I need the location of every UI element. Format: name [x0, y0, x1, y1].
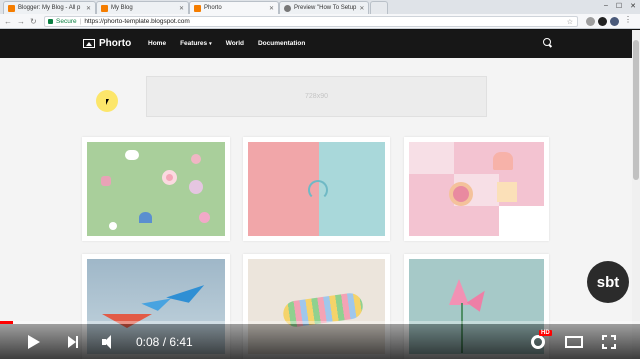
window-controls: – ☐ ✕ — [604, 2, 636, 10]
web-page: Phorto Home Features ▾ World Documentatio… — [0, 30, 632, 359]
post-thumbnail — [87, 142, 225, 236]
menu-icon[interactable]: ⋮ — [624, 15, 633, 24]
tab-my-blog[interactable]: My Blog ✕ — [96, 1, 189, 14]
settings-gear-icon[interactable] — [531, 335, 545, 349]
new-tab-button[interactable] — [370, 1, 388, 14]
post-card[interactable] — [404, 137, 549, 241]
image-icon — [83, 39, 95, 48]
browser-toolbar: ← → ↻ Secure | https://phorto-template.b… — [0, 14, 640, 29]
page-scrollbar[interactable] — [632, 30, 640, 359]
channel-watermark[interactable]: sbt — [587, 261, 629, 303]
secure-label: Secure — [56, 18, 77, 25]
browser-tab-strip: Blogger: My Blog - All p ✕ My Blog ✕ Pho… — [0, 0, 640, 14]
address-bar[interactable]: Secure | https://phorto-template.blogspo… — [44, 16, 578, 27]
site-logo[interactable]: Phorto — [83, 38, 131, 49]
blogger-icon — [101, 4, 108, 12]
globe-icon — [284, 4, 291, 12]
close-icon[interactable]: ✕ — [176, 5, 184, 12]
site-navbar: Phorto Home Features ▾ World Documentatio… — [0, 30, 632, 58]
tab-label: My Blog — [111, 5, 133, 11]
lock-icon — [48, 19, 53, 24]
extension-icon[interactable] — [586, 17, 595, 26]
tab-preview[interactable]: Preview "How To Setup ✕ — [279, 1, 369, 14]
next-icon[interactable] — [68, 336, 78, 348]
ad-banner[interactable]: 728x90 — [146, 76, 487, 117]
url-text: https://phorto-template.blogspot.com — [84, 18, 190, 25]
nav-buttons: ← → ↻ — [4, 17, 37, 26]
menu-item-label: Features — [180, 40, 208, 47]
caret-down-icon: ▾ — [209, 41, 212, 47]
hd-badge: HD — [539, 330, 552, 336]
mouse-pointer-icon — [106, 99, 109, 105]
post-thumbnail — [409, 142, 544, 236]
blogger-icon — [8, 4, 15, 12]
site-menu: Home Features ▾ World Documentation — [148, 40, 305, 47]
video-controls: 0:08 / 6:41 HD — [0, 324, 640, 359]
close-icon[interactable]: ✕ — [83, 5, 91, 12]
tab-label: Preview "How To Setup — [294, 5, 357, 11]
menu-item-features[interactable]: Features ▾ — [180, 40, 212, 47]
profile-icon[interactable] — [610, 17, 619, 26]
tab-label: Phorto — [204, 5, 222, 11]
tab-label: Blogger: My Blog - All p — [18, 5, 81, 11]
close-icon[interactable]: ✕ — [266, 5, 274, 12]
close-icon[interactable]: ✕ — [356, 5, 364, 12]
post-card[interactable] — [82, 137, 230, 241]
back-icon[interactable]: ← — [4, 17, 12, 26]
play-icon[interactable] — [28, 335, 40, 349]
maximize-icon[interactable]: ☐ — [616, 2, 622, 10]
close-window-icon[interactable]: ✕ — [630, 2, 636, 10]
forward-icon[interactable]: → — [17, 17, 25, 26]
video-time: 0:08 / 6:41 — [136, 335, 193, 349]
post-card[interactable] — [243, 137, 390, 241]
extension-icon[interactable] — [598, 17, 607, 26]
volume-icon[interactable] — [102, 335, 118, 349]
search-icon[interactable] — [543, 38, 551, 46]
fullscreen-icon[interactable] — [602, 335, 616, 349]
reload-icon[interactable]: ↻ — [30, 17, 37, 26]
separator: | — [79, 18, 82, 25]
tab-phorto[interactable]: Phorto ✕ — [189, 1, 279, 14]
menu-item-documentation[interactable]: Documentation — [258, 40, 305, 47]
theater-mode-icon[interactable] — [565, 336, 583, 348]
tab-blogger-all-posts[interactable]: Blogger: My Blog - All p ✕ — [3, 1, 96, 14]
logo-text: Phorto — [99, 38, 132, 49]
post-thumbnail — [248, 142, 385, 236]
minimize-icon[interactable]: – — [604, 2, 608, 10]
bookmark-star-icon[interactable]: ☆ — [567, 18, 573, 26]
menu-item-home[interactable]: Home — [148, 40, 166, 47]
blogger-icon — [194, 4, 201, 12]
menu-item-world[interactable]: World — [226, 40, 244, 47]
scrollbar-thumb[interactable] — [633, 40, 639, 180]
